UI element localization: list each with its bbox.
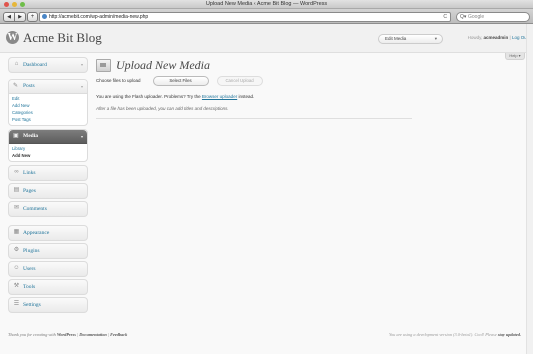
scrollbar[interactable] <box>526 24 533 354</box>
plugins-icon: ⚙ <box>13 247 20 253</box>
search-engine-icon[interactable]: Q▾ <box>460 13 466 21</box>
menu-settings[interactable]: ☰ Settings <box>8 297 88 313</box>
howdy-text: Howdy, <box>467 35 483 40</box>
divider <box>96 118 412 119</box>
menu-tools-label[interactable]: Tools <box>23 280 35 294</box>
media-submenu: Library Add New <box>9 144 87 161</box>
after-upload-note: After a file has been uploaded, you can … <box>96 106 229 111</box>
menu-comments[interactable]: ✉ Comments <box>8 201 88 217</box>
documentation-link[interactable]: Documentation <box>79 332 106 337</box>
chevron-down-icon[interactable]: ▾ <box>81 80 83 93</box>
menu-posts: ✎ Posts ▾ Edit Add New Categories Post T… <box>8 79 88 126</box>
title-bar: Upload New Media ‹ Acme Bit Blog — WordP… <box>0 0 533 9</box>
submenu-item-library[interactable]: Library <box>9 145 87 152</box>
favorite-actions-label[interactable]: Edit Media <box>385 35 406 43</box>
browser-toolbar: ◀ ▶ + http://acmebit.com/wp-admin/media-… <box>0 9 533 24</box>
submenu-item-categories[interactable]: Categories <box>9 109 87 116</box>
back-button[interactable]: ◀ <box>3 12 15 22</box>
submenu-item-add-new-media[interactable]: Add New <box>9 152 87 159</box>
search-field[interactable]: Q▾ Google <box>456 12 530 22</box>
wordpress-link[interactable]: WordPress <box>57 332 76 337</box>
stay-updated-link[interactable]: stay updated. <box>498 332 521 337</box>
pages-icon: ▤ <box>13 187 20 193</box>
favorite-actions-dropdown[interactable]: Edit Media ▾ <box>378 34 443 44</box>
upload-controls: Choose files to upload Select Files Canc… <box>96 75 263 86</box>
footer: Thank you for creating with WordPress | … <box>0 329 533 340</box>
menu-media-label[interactable]: Media <box>23 130 38 143</box>
menu-pages[interactable]: ▤ Pages <box>8 183 88 199</box>
wp-header: W Acme Bit Blog Edit Media ▾ Howdy, acme… <box>0 24 533 53</box>
posts-submenu: Edit Add New Categories Post Tags <box>9 94 87 125</box>
menu-plugins-label[interactable]: Plugins <box>23 244 40 258</box>
users-icon: ☺ <box>13 265 20 271</box>
chevron-down-icon[interactable]: ▾ <box>81 130 83 143</box>
media-icon: ▣ <box>13 133 19 139</box>
settings-icon: ☰ <box>13 301 20 307</box>
submenu-item-post-tags[interactable]: Post Tags <box>9 116 87 123</box>
posts-icon: ✎ <box>13 83 19 89</box>
menu-pages-label[interactable]: Pages <box>23 184 36 198</box>
menu-dashboard-label[interactable]: Dashboard <box>23 58 47 72</box>
version-note-text: You are using a development version (3.0… <box>388 332 497 337</box>
chevron-down-icon[interactable]: ▾ <box>435 35 437 43</box>
menu-settings-label[interactable]: Settings <box>23 298 41 312</box>
add-bookmark-button[interactable]: + <box>27 12 38 22</box>
help-tab-button[interactable]: Help ▾ <box>505 53 525 60</box>
search-placeholder: Google <box>468 14 485 20</box>
menu-media-header[interactable]: ▣ Media ▾ <box>9 130 87 144</box>
browser-uploader-link[interactable]: Browser uploader <box>202 94 237 99</box>
user-info: Howdy, acmeadmin | Log Out <box>468 34 528 42</box>
flash-uploader-note: You are using the Flash uploader. Proble… <box>96 94 254 99</box>
comments-icon: ✉ <box>13 205 20 211</box>
dashboard-icon: ⌂ <box>14 61 19 67</box>
wordpress-logo-icon: W <box>6 31 19 44</box>
browser-window: Upload New Media ‹ Acme Bit Blog — WordP… <box>0 0 533 354</box>
flash-note-text: You are using the Flash uploader. Proble… <box>96 94 201 99</box>
footer-version: You are using a development version (3.0… <box>389 329 521 340</box>
menu-posts-label[interactable]: Posts <box>23 80 35 93</box>
menu-tools[interactable]: ⚒ Tools <box>8 279 88 295</box>
choose-files-label: Choose files to upload <box>96 78 141 83</box>
page-title: Upload New Media <box>116 58 210 72</box>
footer-separator: | <box>107 332 110 337</box>
site-favicon-icon <box>42 14 47 19</box>
submenu-item-edit[interactable]: Edit <box>9 95 87 102</box>
submenu-item-add-new-post[interactable]: Add New <box>9 102 87 109</box>
menu-appearance[interactable]: ▦ Appearance <box>8 225 88 241</box>
flash-note-suffix: instead. <box>238 94 255 99</box>
forward-button[interactable]: ▶ <box>15 12 26 22</box>
window-title: Upload New Media ‹ Acme Bit Blog — WordP… <box>205 1 328 7</box>
menu-links-label[interactable]: Links <box>23 166 36 180</box>
footer-credits: Thank you for creating with WordPress | … <box>8 329 127 340</box>
menu-media: ▣ Media ▾ Library Add New <box>8 129 88 162</box>
cancel-upload-button[interactable]: Cancel Upload <box>216 75 263 86</box>
separator: | <box>509 35 511 40</box>
admin-menu: ⌂ Dashboard ▾ ✎ Posts ▾ Edit Add New Cat… <box>8 57 88 315</box>
menu-dashboard[interactable]: ⌂ Dashboard ▾ <box>8 57 88 73</box>
blog-name[interactable]: Acme Bit Blog <box>23 30 102 45</box>
menu-links[interactable]: ∞ Links <box>8 165 88 181</box>
appearance-icon: ▦ <box>13 229 20 235</box>
menu-comments-label[interactable]: Comments <box>23 202 47 216</box>
menu-users[interactable]: ☺ Users <box>8 261 88 277</box>
address-url[interactable]: http://acmebit.com/wp-admin/media-new.ph… <box>49 13 148 21</box>
chevron-down-icon[interactable]: ▾ <box>81 58 83 72</box>
username-link[interactable]: acmeadmin <box>484 35 509 40</box>
menu-users-label[interactable]: Users <box>23 262 36 276</box>
menu-plugins[interactable]: ⚙ Plugins <box>8 243 88 259</box>
menu-posts-header[interactable]: ✎ Posts ▾ <box>9 80 87 94</box>
address-bar[interactable]: http://acmebit.com/wp-admin/media-new.ph… <box>39 12 451 22</box>
links-icon: ∞ <box>14 169 19 175</box>
nav-buttons: ◀ ▶ <box>3 12 26 22</box>
upload-media-icon <box>96 59 111 72</box>
select-files-button[interactable]: Select Files <box>152 75 209 86</box>
reload-icon[interactable]: C <box>443 13 447 21</box>
feedback-link[interactable]: Feedback <box>110 332 127 337</box>
menu-appearance-label[interactable]: Appearance <box>23 226 49 240</box>
tools-icon: ⚒ <box>13 283 20 289</box>
footer-thanks-text: Thank you for creating with <box>8 332 56 337</box>
